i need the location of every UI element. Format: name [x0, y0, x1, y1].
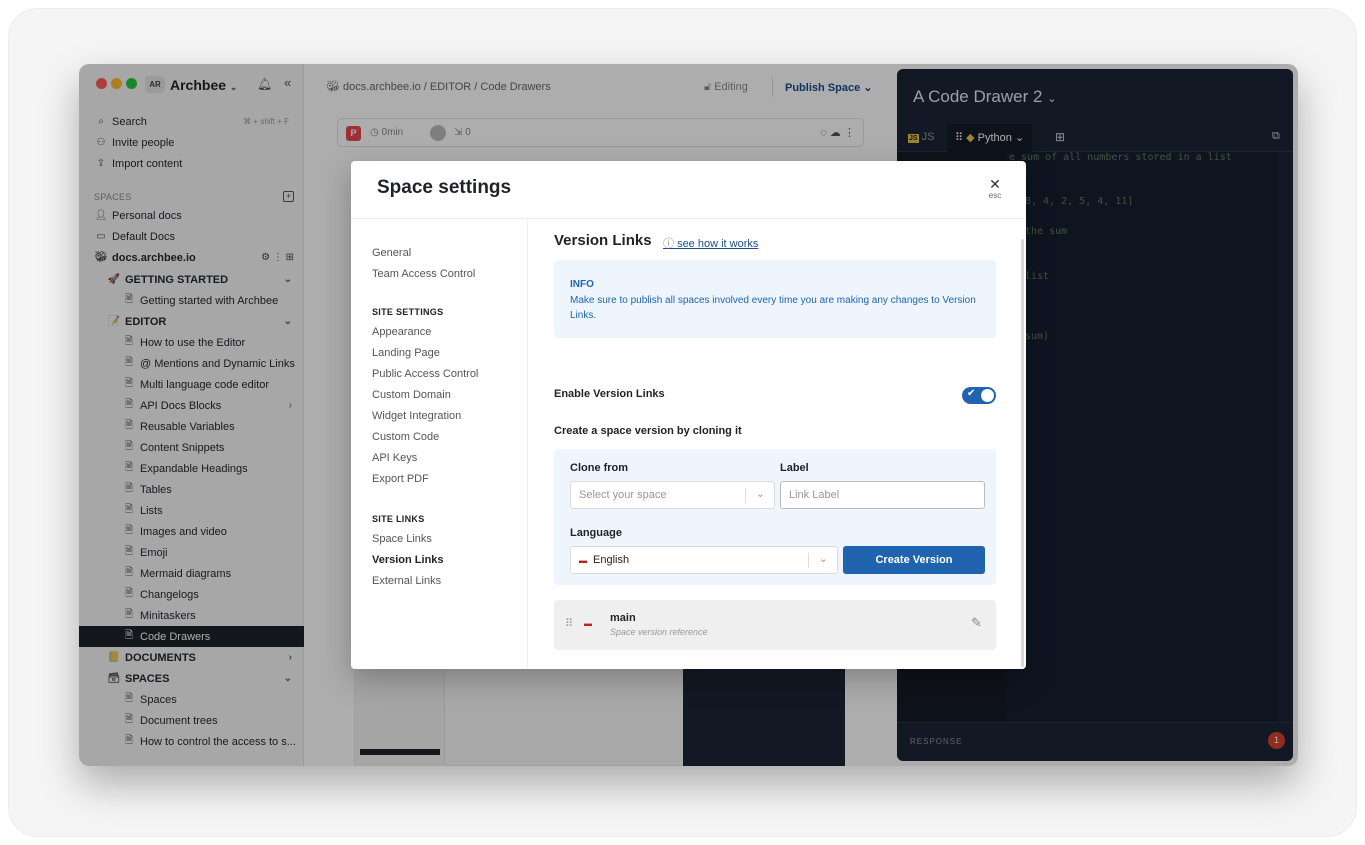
nav-item[interactable]: Custom Code — [372, 431, 439, 443]
us-flag-icon: ▬ — [579, 555, 587, 565]
section-title: Version Links — [554, 232, 652, 249]
nav-item[interactable]: Export PDF — [372, 473, 429, 485]
clone-from-label: Clone from — [570, 462, 629, 474]
help-link-text: see how it works — [677, 238, 759, 250]
nav-item[interactable]: Landing Page — [372, 347, 440, 359]
help-link[interactable]: ⓘ see how it works — [663, 235, 758, 251]
enable-version-links-label: Enable Version Links — [554, 388, 665, 400]
settings-content: Version Links ⓘ see how it works INFO Ma… — [528, 219, 1026, 669]
esc-hint: esc — [988, 191, 1002, 200]
language-value: English — [593, 554, 630, 566]
us-flag-icon: ▬ — [584, 619, 592, 628]
nav-site-settings-header: SITE SETTINGS — [372, 307, 444, 317]
nav-general[interactable]: General — [372, 247, 411, 259]
nav-item[interactable]: Custom Domain — [372, 389, 451, 401]
info-title: INFO — [570, 279, 594, 290]
label-field-label: Label — [780, 462, 809, 474]
link-label-placeholder: Link Label — [789, 489, 840, 501]
settings-nav: General Team Access Control SITE SETTING… — [351, 219, 528, 669]
version-name: main — [610, 612, 636, 624]
close-button[interactable]: ✕ esc — [980, 173, 1010, 200]
modal-header: Space settings ✕ esc — [351, 161, 1026, 219]
version-row-main[interactable]: ⠿ ▬ main Space version reference ✎ — [554, 600, 996, 650]
check-icon: ✔ — [967, 388, 976, 399]
modal-scrollbar[interactable] — [1021, 239, 1024, 667]
create-version-label: Create a space version by cloning it — [554, 425, 742, 437]
nav-site-links-header: SITE LINKS — [372, 514, 425, 524]
enable-version-links-toggle[interactable]: ✔ — [962, 387, 996, 404]
nav-item[interactable]: Appearance — [372, 326, 431, 338]
app-window: AR Archbee ⌄ 🔔︎ « ⌕ Search ⌘ + shift + F … — [79, 64, 1298, 766]
link-label-input[interactable]: Link Label — [780, 481, 985, 509]
language-select[interactable]: ▬ English ⌄ — [570, 546, 838, 574]
clone-from-placeholder: Select your space — [579, 489, 667, 501]
nav-team-access-control[interactable]: Team Access Control — [372, 268, 475, 280]
version-subtitle: Space version reference — [610, 627, 708, 637]
toggle-knob — [981, 389, 994, 402]
nav-item[interactable]: Widget Integration — [372, 410, 461, 422]
nav-item[interactable]: Version Links — [372, 554, 444, 566]
create-version-form: Clone from Label Select your space ⌄ Lin… — [554, 449, 996, 585]
info-callout: INFO Make sure to publish all spaces inv… — [554, 260, 996, 338]
help-icon: ⓘ — [663, 238, 674, 250]
info-text: Make sure to publish all spaces involved… — [570, 295, 976, 321]
chevron-down-icon: ⌄ — [755, 488, 765, 500]
nav-item[interactable]: Public Access Control — [372, 368, 478, 380]
language-label: Language — [570, 527, 622, 539]
close-icon: ✕ — [989, 176, 1001, 192]
nav-item[interactable]: API Keys — [372, 452, 417, 464]
clone-from-select[interactable]: Select your space ⌄ — [570, 481, 775, 509]
chevron-down-icon: ⌄ — [818, 553, 828, 565]
drag-handle-icon[interactable]: ⠿ — [565, 617, 573, 630]
create-version-button[interactable]: Create Version — [843, 546, 985, 574]
nav-item[interactable]: External Links — [372, 575, 441, 587]
nav-item[interactable]: Space Links — [372, 533, 432, 545]
space-settings-modal: Space settings ✕ esc General Team Access… — [351, 161, 1026, 669]
modal-title: Space settings — [377, 177, 512, 198]
edit-pencil-icon[interactable]: ✎ — [971, 615, 982, 631]
